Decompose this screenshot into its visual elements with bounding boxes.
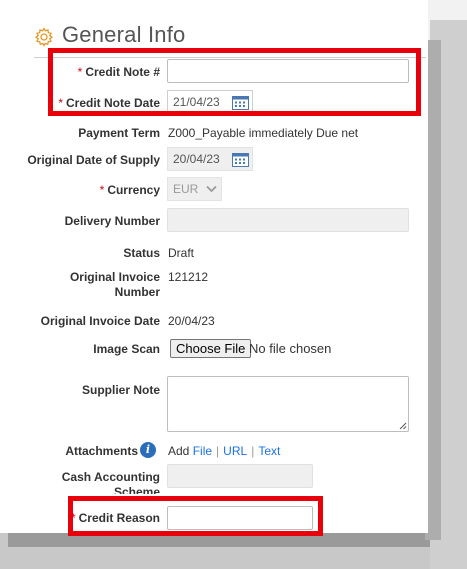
delivery-number-input[interactable] xyxy=(167,208,409,232)
highlight-box-credit-note xyxy=(48,48,421,116)
gear-icon xyxy=(34,27,54,47)
original-invoice-date-label: Original Invoice Date xyxy=(40,314,160,328)
file-status: No file chosen xyxy=(249,341,332,356)
payment-term-label: Payment Term xyxy=(78,126,160,140)
section-title: General Info xyxy=(62,22,186,47)
cash-accounting-scheme-input[interactable] xyxy=(167,464,313,488)
image-scan-label: Image Scan xyxy=(93,342,160,356)
currency-value: EUR xyxy=(173,182,199,196)
cash-accounting-scheme-label: Cash Accounting Scheme xyxy=(61,470,160,494)
currency-select[interactable]: EUR xyxy=(167,177,222,201)
currency-label-text: Currency xyxy=(107,183,160,197)
resize-handle-icon[interactable] xyxy=(399,422,407,430)
required-marker: * xyxy=(99,183,105,197)
status-value: Draft xyxy=(168,246,195,260)
original-invoice-number-value: 121212 xyxy=(168,270,209,284)
attachments-label: Attachments xyxy=(65,444,138,458)
delivery-number-label: Delivery Number xyxy=(64,214,160,228)
original-invoice-date-value: 20/04/23 xyxy=(168,314,215,328)
currency-label: * Currency xyxy=(100,183,160,197)
info-icon[interactable]: i xyxy=(140,442,156,458)
original-invoice-number-label: Original Invoice Number xyxy=(69,270,160,299)
add-url-link[interactable]: URL xyxy=(223,444,247,458)
add-file-link[interactable]: File xyxy=(193,444,212,458)
choose-file-button[interactable]: Choose File xyxy=(170,339,252,358)
supplier-note-textarea[interactable] xyxy=(167,376,409,432)
calendar-icon[interactable] xyxy=(232,152,249,167)
attachment-links: Add File | URL | Text xyxy=(168,444,280,458)
chevron-down-icon xyxy=(206,185,217,193)
payment-term-value: Z000_Payable immediately Due net xyxy=(168,126,359,140)
supplier-note-label: Supplier Note xyxy=(81,383,160,397)
separator: | xyxy=(216,444,220,458)
original-supply-date-input[interactable]: 20/04/23 xyxy=(167,147,253,171)
add-text: Add xyxy=(168,444,190,458)
add-text-link[interactable]: Text xyxy=(258,444,280,458)
original-supply-date-label: Original Date of Supply xyxy=(27,153,160,167)
separator: | xyxy=(251,444,255,458)
original-supply-date-value: 20/04/23 xyxy=(173,152,220,166)
highlight-box-credit-reason xyxy=(68,496,323,536)
status-label: Status xyxy=(123,246,160,260)
